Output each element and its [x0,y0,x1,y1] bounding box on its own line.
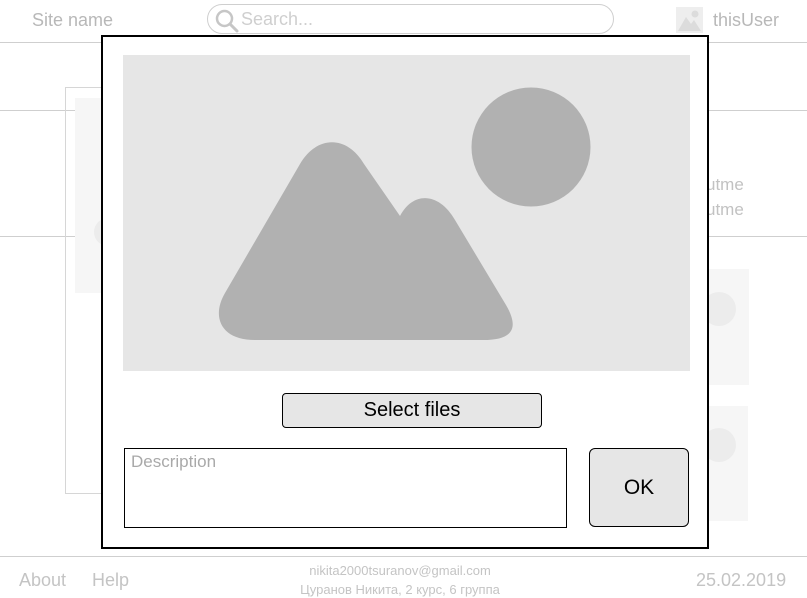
user-avatar-icon[interactable] [676,7,703,33]
select-files-button[interactable]: Select files [282,393,542,428]
background-text-1: utme [706,175,744,194]
search-icon[interactable] [214,8,240,34]
user-name[interactable]: thisUser [713,10,779,31]
description-field[interactable] [124,448,567,528]
image-preview [123,55,690,371]
background-text-2: utme [706,200,744,219]
site-name[interactable]: Site name [32,10,113,31]
footer-email: nikita2000tsuranov@gmail.com [309,563,491,578]
footer-divider [0,556,807,557]
footer-date: 25.02.2019 [696,570,787,590]
image-placeholder-icon [218,87,591,340]
footer-author: Цуранов Никита, 2 курс, 6 группа [300,582,500,597]
help-link[interactable]: Help [92,570,129,591]
about-link[interactable]: About [19,570,66,591]
search-input[interactable] [241,6,601,32]
background-tile-1 [702,269,749,385]
ok-button[interactable]: OK [589,448,689,527]
